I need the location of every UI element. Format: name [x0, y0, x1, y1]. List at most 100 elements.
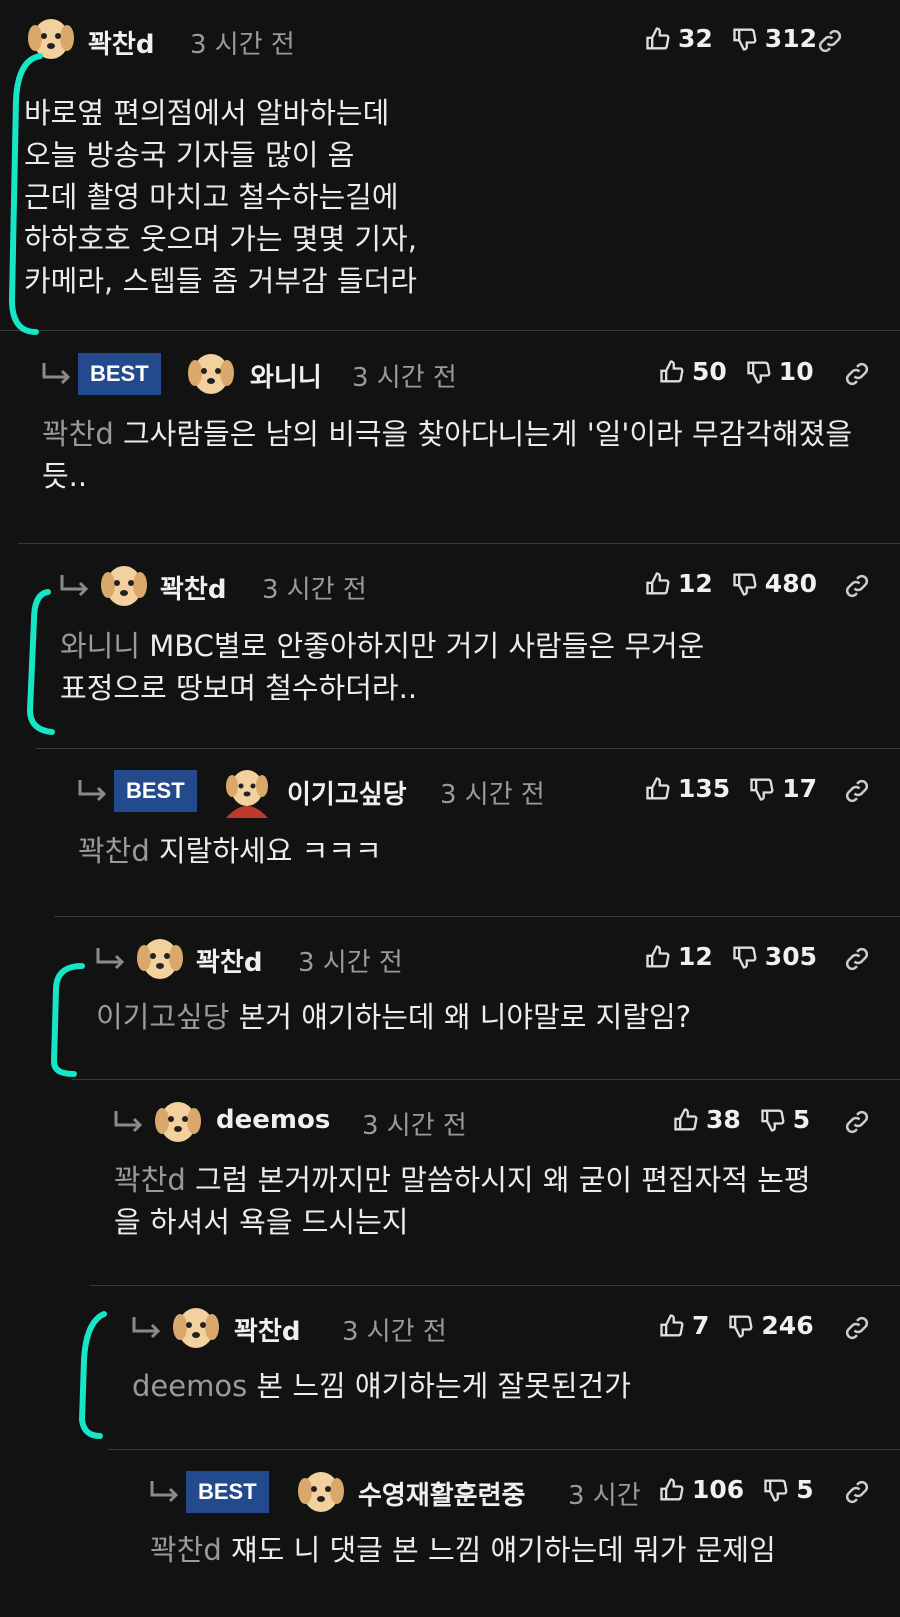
comment: 꽉찬d 3 시간 전 32 312 바로옆 편의점에서 알바하는데 오늘 방송국…	[0, 10, 900, 330]
downvote-count: 5	[796, 1475, 814, 1504]
comment-text: 본 느낌 얘기하는게 잘못된건가	[247, 1369, 631, 1403]
thumbs-down-icon[interactable]	[731, 570, 759, 598]
link-icon[interactable]	[842, 776, 872, 806]
upvote-count: 135	[678, 774, 731, 803]
link-icon[interactable]	[842, 1107, 872, 1137]
author-name[interactable]: 와니니	[250, 357, 322, 394]
thumbs-up-icon[interactable]	[644, 775, 672, 803]
thumbs-down-icon[interactable]	[731, 943, 759, 971]
link-icon[interactable]	[842, 571, 872, 601]
mention[interactable]: 꽉찬d	[42, 417, 114, 451]
puppy-avatar-icon[interactable]	[133, 932, 187, 986]
puppy-avatar-icon[interactable]	[97, 559, 151, 613]
thumbs-up-icon[interactable]	[658, 1476, 686, 1504]
comment: BEST 수영재활훈련중 3 시간 106 5 꽉찬d 쟤도 니 댓글 본 느낌…	[0, 1461, 900, 1617]
upvote-count: 12	[678, 942, 713, 971]
comment-text: MBC별로 안좋아하지만 거기 사람들은 무거운 표정으로 땅보며 철수하더라.…	[60, 629, 705, 705]
vote-counts: 135 17	[644, 774, 835, 803]
link-icon[interactable]	[842, 944, 872, 974]
thumbs-up-icon[interactable]	[658, 1312, 686, 1340]
reply-arrow-icon	[42, 363, 71, 385]
downvote-count: 17	[782, 774, 817, 803]
mention[interactable]: deemos	[132, 1369, 247, 1403]
comment-text: 본거 얘기하는데 왜 니야말로 지랄임?	[229, 1000, 692, 1034]
puppy-avatar-icon[interactable]	[24, 12, 78, 66]
thumbs-down-icon[interactable]	[727, 1312, 755, 1340]
author-name[interactable]: 꽉찬d	[88, 24, 154, 61]
author-name[interactable]: 꽉찬d	[160, 569, 226, 606]
comment: BEST 와니니 3 시간 전 50 10 꽉찬d 그사람들은 남의 비극을 찾…	[0, 343, 900, 543]
link-icon[interactable]	[842, 359, 872, 389]
downvote-count: 312	[764, 24, 817, 53]
divider	[108, 1449, 900, 1450]
thumbs-up-icon[interactable]	[644, 25, 672, 53]
thumbs-up-icon[interactable]	[644, 570, 672, 598]
comment: 꽉찬d 3 시간 전 12 305 이기고싶당 본거 얘기하는데 왜 니야말로 …	[0, 928, 900, 1079]
upvote-count: 106	[692, 1475, 745, 1504]
vote-counts: 12 305	[644, 942, 835, 971]
comment-body: 꽉찬d 지랄하세요 ㅋㅋㅋ	[78, 830, 868, 872]
timestamp: 3 시간 전	[362, 1111, 467, 1141]
reply-arrow-icon	[96, 948, 125, 970]
vote-counts: 38 5	[672, 1105, 828, 1134]
best-badge: BEST	[78, 353, 161, 395]
reply-arrow-icon	[150, 1481, 179, 1503]
author-name[interactable]: deemos	[216, 1105, 330, 1135]
vote-counts: 32 312	[644, 24, 835, 53]
thumbs-down-icon[interactable]	[745, 358, 773, 386]
link-icon[interactable]	[815, 26, 845, 56]
mention[interactable]: 꽉찬d	[78, 834, 150, 868]
author-name[interactable]: 꽉찬d	[196, 942, 262, 979]
comment-header: 꽉찬d 3 시간 전 7 246	[0, 1297, 900, 1357]
comment-header: deemos 3 시간 전 38 5	[0, 1091, 900, 1151]
thumbs-up-icon[interactable]	[644, 943, 672, 971]
puppy-avatar-icon[interactable]	[294, 1465, 348, 1519]
thumbs-down-icon[interactable]	[759, 1106, 787, 1134]
comment-header: BEST 이기고싶당 3 시간 전 135 17	[0, 760, 900, 820]
thumbs-down-icon[interactable]	[762, 1476, 790, 1504]
upvote-count: 12	[678, 569, 713, 598]
vote-counts: 106 5	[658, 1475, 832, 1504]
comment-body: 꽉찬d 그사람들은 남의 비극을 찾아다니는게 '일'이라 무감각해졌을듯..	[42, 413, 872, 497]
comment-header: 꽉찬d 3 시간 전 12 480	[0, 555, 900, 615]
comment-body: 꽉찬d 그럼 본거까지만 말씀하시지 왜 굳이 편집자적 논평 을 하셔서 욕을…	[114, 1159, 874, 1243]
author-name[interactable]: 수영재활훈련중	[358, 1475, 525, 1512]
comment-text: 쟤도 니 댓글 본 느낌 얘기하는데 뭐가 문제임	[221, 1533, 776, 1567]
thumbs-up-icon[interactable]	[672, 1106, 700, 1134]
comment-body: 이기고싶당 본거 얘기하는데 왜 니야말로 지랄임?	[96, 996, 876, 1038]
upvote-count: 50	[692, 357, 727, 386]
puppy-avatar-icon[interactable]	[220, 764, 274, 818]
mention[interactable]: 이기고싶당	[96, 1000, 229, 1034]
author-name[interactable]: 이기고싶당	[287, 774, 407, 811]
thumbs-down-icon[interactable]	[731, 25, 759, 53]
comment-text: 바로옆 편의점에서 알바하는데 오늘 방송국 기자들 많이 옴 근데 촬영 마치…	[24, 96, 417, 298]
puppy-avatar-icon[interactable]	[169, 1301, 223, 1355]
divider	[36, 748, 900, 749]
comment: BEST 이기고싶당 3 시간 전 135 17 꽉찬d 지랄하세요 ㅋㅋㅋ	[0, 760, 900, 916]
timestamp: 3 시간 전	[190, 30, 295, 60]
thumbs-up-icon[interactable]	[658, 358, 686, 386]
downvote-count: 10	[778, 357, 814, 386]
timestamp: 3 시간 전	[298, 948, 403, 978]
upvote-count: 38	[706, 1105, 741, 1134]
vote-counts: 50 10	[658, 357, 832, 386]
comment-body: 와니니 MBC별로 안좋아하지만 거기 사람들은 무거운 표정으로 땅보며 철수…	[60, 625, 870, 709]
comment-text: 지랄하세요 ㅋㅋㅋ	[149, 834, 382, 868]
mention[interactable]: 와니니	[60, 629, 140, 663]
mention[interactable]: 꽉찬d	[114, 1163, 186, 1197]
thumbs-down-icon[interactable]	[748, 775, 776, 803]
link-icon[interactable]	[842, 1477, 872, 1507]
timestamp: 3 시간 전	[262, 575, 367, 605]
downvote-count: 5	[792, 1105, 811, 1134]
link-icon[interactable]	[842, 1313, 872, 1343]
comment: 꽉찬d 3 시간 전 7 246 deemos 본 느낌 얘기하는게 잘못된건가	[0, 1297, 900, 1449]
comment-header: BEST 와니니 3 시간 전 50 10	[0, 343, 900, 403]
comment-text: 그럼 본거까지만 말씀하시지 왜 굳이 편집자적 논평 을 하셔서 욕을 드시는…	[114, 1163, 811, 1239]
puppy-avatar-icon[interactable]	[151, 1095, 205, 1149]
mention[interactable]: 꽉찬d	[150, 1533, 222, 1567]
timestamp: 3 시간	[568, 1481, 641, 1511]
author-name[interactable]: 꽉찬d	[234, 1311, 300, 1348]
puppy-avatar-icon[interactable]	[184, 347, 238, 401]
comment-body: deemos 본 느낌 얘기하는게 잘못된건가	[132, 1365, 872, 1407]
divider	[54, 916, 900, 917]
